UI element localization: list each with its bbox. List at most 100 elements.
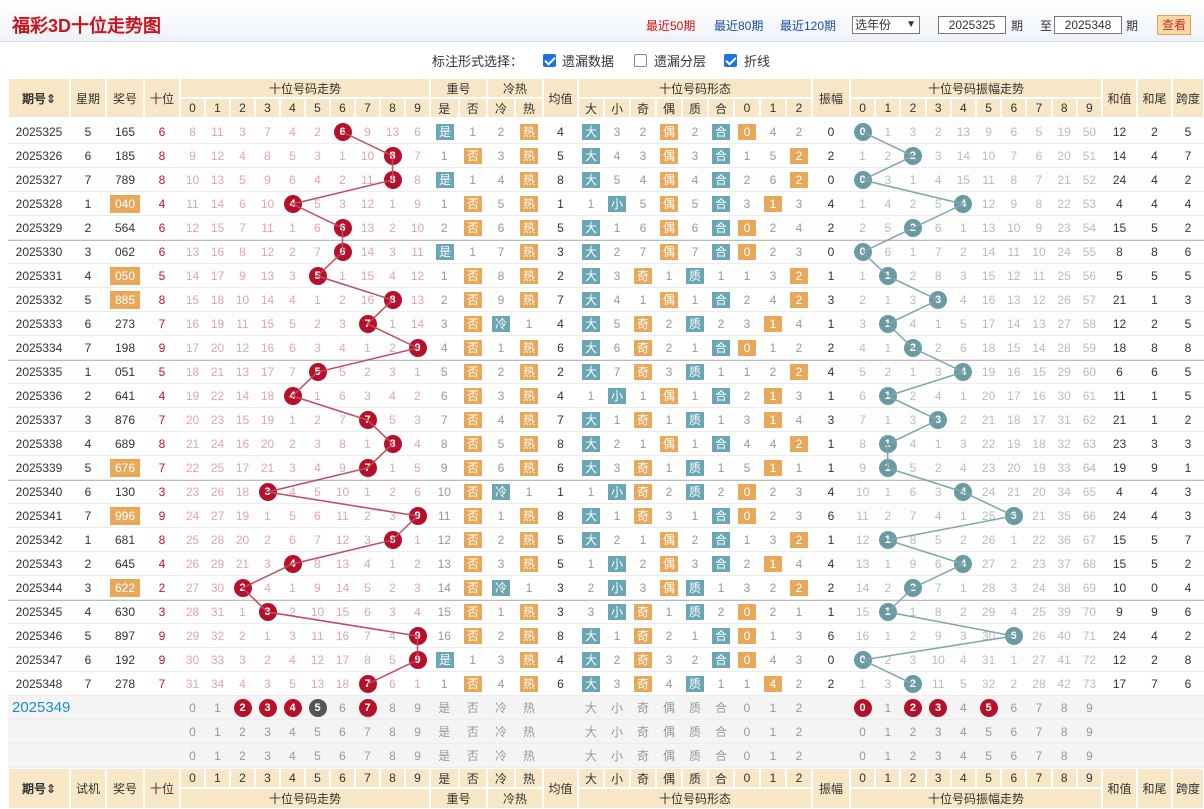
forecast-trend-digit[interactable]: 6	[330, 720, 355, 744]
forecast-form[interactable]: 1	[760, 696, 786, 720]
forecast-trend-digit[interactable]: 5	[305, 744, 330, 768]
forecast-hotcold[interactable]: 热	[515, 720, 543, 744]
forecast-form[interactable]: 奇	[630, 720, 656, 744]
forecast-hotcold[interactable]: 冷	[487, 696, 515, 720]
forecast-amp-digit[interactable]: 6	[1001, 744, 1026, 768]
recent-80-link[interactable]: 最近80期	[714, 17, 763, 34]
forecast-repeat[interactable]: 是	[430, 696, 459, 720]
forecast-form[interactable]: 奇	[630, 744, 656, 768]
forecast-amp-digit[interactable]: 7	[1026, 744, 1051, 768]
forecast-form[interactable]: 偶	[656, 744, 682, 768]
forecast-form[interactable]: 2	[786, 696, 812, 720]
forecast-form[interactable]: 小	[604, 720, 630, 744]
forecast-amp-digit[interactable]: 9	[1077, 696, 1102, 720]
forecast-form[interactable]: 2	[786, 744, 812, 768]
forecast-trend-ball[interactable]: 7	[358, 699, 377, 717]
forecast-amp-digit[interactable]: 9	[1077, 744, 1102, 768]
forecast-trend-ball[interactable]: 3	[258, 699, 277, 717]
forecast-trend-digit[interactable]: 1	[205, 720, 230, 744]
forecast-amp-digit[interactable]: 0	[850, 744, 875, 768]
forecast-amp-ball[interactable]: 5	[979, 699, 998, 717]
forecast-trend-digit[interactable]: 5	[305, 720, 330, 744]
forecast-amp-digit[interactable]: 4	[951, 720, 976, 744]
forecast-amp-ball[interactable]: 2	[903, 699, 922, 717]
forecast-form[interactable]: 偶	[656, 720, 682, 744]
forecast-amp-digit[interactable]: 7	[1026, 720, 1051, 744]
forecast-trend-digit[interactable]: 0	[180, 720, 205, 744]
forecast-trend-ball[interactable]: 4	[283, 699, 302, 717]
forecast-form[interactable]: 0	[734, 720, 760, 744]
forecast-amp-digit[interactable]: 1	[875, 696, 900, 720]
forecast-repeat[interactable]: 是	[430, 744, 459, 768]
checkbox-missing-layer[interactable]	[634, 54, 647, 67]
forecast-trend-digit[interactable]: 0	[180, 696, 205, 720]
forecast-amp-digit[interactable]: 1	[875, 720, 900, 744]
forecast-form[interactable]: 2	[786, 720, 812, 744]
forecast-form[interactable]: 小	[604, 744, 630, 768]
forecast-amp-digit[interactable]: 2	[900, 744, 925, 768]
forecast-amp-ball[interactable]: 3	[929, 699, 948, 717]
forecast-amp-digit[interactable]: 2	[900, 720, 925, 744]
forecast-trend-digit[interactable]: 2	[230, 720, 255, 744]
forecast-trend-digit[interactable]: 9	[405, 720, 430, 744]
forecast-form[interactable]: 小	[604, 696, 630, 720]
forecast-amp-digit[interactable]: 4	[951, 744, 976, 768]
forecast-amp-digit[interactable]: 8	[1052, 720, 1077, 744]
forecast-repeat[interactable]: 否	[459, 696, 488, 720]
forecast-trend-digit[interactable]: 9	[405, 696, 430, 720]
forecast-trend-digit[interactable]: 8	[380, 744, 405, 768]
forecast-form[interactable]: 大	[578, 720, 604, 744]
forecast-form[interactable]: 偶	[656, 696, 682, 720]
forecast-amp-digit[interactable]: 8	[1052, 744, 1077, 768]
recent-50-link[interactable]: 最近50期	[646, 17, 695, 34]
forecast-amp-digit[interactable]: 5	[976, 744, 1001, 768]
forecast-amp-digit[interactable]: 6	[1001, 720, 1026, 744]
forecast-trend-digit[interactable]: 9	[405, 744, 430, 768]
forecast-trend-digit[interactable]: 7	[355, 744, 380, 768]
forecast-trend-digit[interactable]: 2	[230, 744, 255, 768]
from-issue-input[interactable]: 2025325	[938, 16, 1006, 34]
forecast-amp-digit[interactable]: 3	[926, 720, 951, 744]
forecast-trend-digit[interactable]: 1	[205, 696, 230, 720]
header-issue[interactable]: 期号⇕	[8, 78, 70, 118]
forecast-trend-digit[interactable]: 3	[255, 720, 280, 744]
forecast-form[interactable]: 合	[708, 744, 734, 768]
forecast-form[interactable]: 合	[708, 696, 734, 720]
forecast-amp-digit[interactable]: 5	[976, 720, 1001, 744]
forecast-amp-digit[interactable]: 8	[1052, 696, 1077, 720]
forecast-form[interactable]: 合	[708, 720, 734, 744]
forecast-form[interactable]: 大	[578, 744, 604, 768]
forecast-trend-ball[interactable]: 5	[308, 699, 327, 717]
forecast-form[interactable]: 质	[682, 720, 708, 744]
forecast-form[interactable]: 质	[682, 744, 708, 768]
year-select[interactable]: 选年份 ▼	[852, 16, 920, 34]
forecast-repeat[interactable]: 否	[459, 720, 488, 744]
to-issue-input[interactable]: 2025348	[1054, 16, 1122, 34]
forecast-form[interactable]: 奇	[630, 696, 656, 720]
forecast-form[interactable]: 0	[734, 744, 760, 768]
forecast-form[interactable]: 1	[760, 720, 786, 744]
forecast-hotcold[interactable]: 冷	[487, 744, 515, 768]
forecast-trend-digit[interactable]: 3	[255, 744, 280, 768]
forecast-trend-ball[interactable]: 2	[233, 699, 252, 717]
forecast-trend-digit[interactable]: 8	[380, 696, 405, 720]
forecast-trend-digit[interactable]: 4	[280, 744, 305, 768]
query-button[interactable]: 查看	[1157, 15, 1191, 35]
checkbox-polyline[interactable]	[724, 54, 737, 67]
forecast-trend-digit[interactable]: 0	[180, 744, 205, 768]
forecast-trend-digit[interactable]: 7	[355, 720, 380, 744]
forecast-repeat[interactable]: 否	[459, 744, 488, 768]
forecast-trend-digit[interactable]: 6	[330, 744, 355, 768]
checkbox-missing-data[interactable]	[543, 54, 556, 67]
forecast-hotcold[interactable]: 热	[515, 744, 543, 768]
forecast-amp-digit[interactable]: 0	[850, 720, 875, 744]
forecast-amp-ball[interactable]: 0	[853, 699, 872, 717]
recent-120-link[interactable]: 最近120期	[780, 17, 836, 34]
forecast-trend-digit[interactable]: 4	[280, 720, 305, 744]
forecast-repeat[interactable]: 是	[430, 720, 459, 744]
forecast-amp-digit[interactable]: 9	[1077, 720, 1102, 744]
forecast-form[interactable]: 0	[734, 696, 760, 720]
forecast-form[interactable]: 1	[760, 744, 786, 768]
forecast-hotcold[interactable]: 热	[515, 696, 543, 720]
forecast-amp-digit[interactable]: 1	[875, 744, 900, 768]
